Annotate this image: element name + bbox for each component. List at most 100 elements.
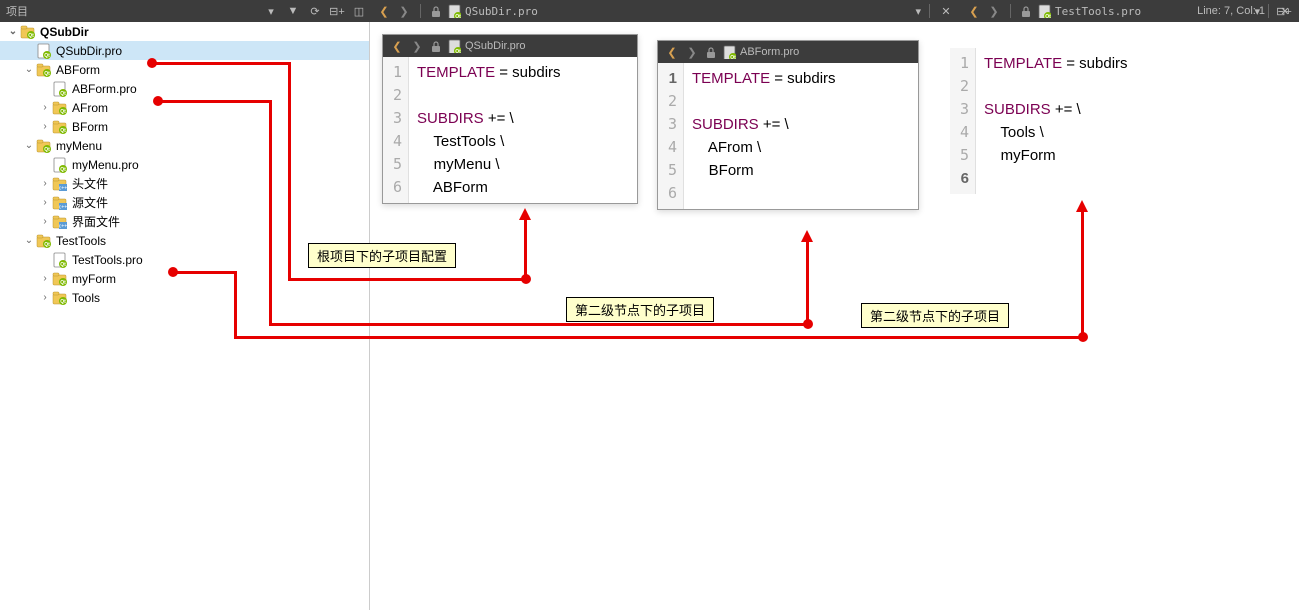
sync-icon[interactable]: ⟳	[304, 5, 326, 18]
pro-file-icon	[1037, 4, 1051, 18]
annotation-callout-2: 第二级节点下的子项目	[566, 297, 714, 322]
editor-pane-2: ❮ ❯ ABForm.pro 123456 TEMPLATE = subdirs…	[657, 40, 919, 210]
dropdown-icon[interactable]: ▾	[915, 5, 921, 18]
pro-file-icon	[447, 39, 461, 53]
status-bar-right: Line: 7, Col: 1 ⊟+	[1197, 0, 1295, 22]
nav-back-icon[interactable]: ❮	[376, 5, 392, 18]
tree-label: QSubDir.pro	[56, 44, 122, 58]
tree-node-sources[interactable]: › 源文件	[0, 193, 369, 212]
expand-icon[interactable]: ›	[38, 121, 52, 132]
nav-fwd-icon[interactable]: ❯	[684, 46, 700, 59]
cursor-position: Line: 7, Col: 1	[1197, 5, 1265, 17]
pro-file-icon	[36, 43, 52, 59]
code-content[interactable]: TEMPLATE = subdirs SUBDIRS += \ AFrom \ …	[684, 63, 844, 209]
annotation-line	[288, 62, 291, 280]
annotation-arrow	[801, 230, 813, 242]
tree-file-mymenu-pro[interactable]: myMenu.pro	[0, 155, 369, 174]
expand-icon[interactable]: ›	[38, 178, 52, 189]
nav-fwd-icon[interactable]: ❯	[986, 5, 1002, 18]
folder-cpp-icon	[52, 195, 68, 211]
expand-icon[interactable]: ›	[38, 216, 52, 227]
editor-body[interactable]: 123456 TEMPLATE = subdirs SUBDIRS += \ T…	[950, 48, 1195, 194]
nav-back-icon[interactable]: ❮	[664, 46, 680, 59]
annotation-arrow	[1076, 200, 1088, 212]
tree-label: AFrom	[72, 101, 108, 115]
editor-tab-label: ABForm.pro	[740, 46, 799, 58]
annotation-line	[269, 100, 272, 325]
editor-body[interactable]: 123456 TEMPLATE = subdirs SUBDIRS += \ A…	[658, 63, 918, 209]
filter-icon[interactable]: ▼	[282, 5, 304, 17]
tree-label: TestTools	[56, 234, 106, 248]
expand-icon[interactable]: ›	[38, 292, 52, 303]
nav-back-icon[interactable]: ❮	[966, 5, 982, 18]
code-content[interactable]: TEMPLATE = subdirs SUBDIRS += \ TestTool…	[409, 57, 569, 203]
divider	[1010, 4, 1011, 18]
annotation-callout-1: 根项目下的子项目配置	[308, 243, 456, 268]
editor-tab[interactable]: ❮ ❯ QSubDir.pro	[383, 35, 637, 57]
dropdown-icon[interactable]: ▾	[260, 5, 282, 18]
annotation-line	[806, 240, 809, 325]
expand-icon[interactable]: ›	[38, 102, 52, 113]
code-content[interactable]: TEMPLATE = subdirs SUBDIRS += \ Tools \ …	[976, 48, 1136, 194]
pro-file-icon	[52, 157, 68, 173]
tree-node-forms[interactable]: › 界面文件	[0, 212, 369, 231]
collapse-icon[interactable]: ⌄	[6, 26, 20, 37]
link-icon[interactable]: ⊟+	[326, 5, 348, 18]
folder-cpp-icon	[52, 214, 68, 230]
line-gutter: 123456	[950, 48, 976, 194]
close-icon[interactable]: ✕	[938, 5, 954, 18]
editor-body[interactable]: 123456 TEMPLATE = subdirs SUBDIRS += \ T…	[383, 57, 637, 203]
lock-icon	[1019, 4, 1033, 18]
expand-icon[interactable]: ›	[38, 197, 52, 208]
annotation-line	[176, 271, 236, 274]
tree-node-headers[interactable]: › 头文件	[0, 174, 369, 193]
nav-fwd-icon[interactable]: ❯	[396, 5, 412, 18]
tree-root[interactable]: ⌄ QSubDir	[0, 22, 369, 41]
tree-file-qsubdir-pro[interactable]: QSubDir.pro	[0, 41, 369, 60]
divider	[929, 4, 930, 18]
annotation-line	[155, 62, 290, 65]
line-gutter: 123456	[383, 57, 409, 203]
tree-label: BForm	[72, 120, 108, 134]
tree-file-abform-pro[interactable]: ABForm.pro	[0, 79, 369, 98]
pro-file-icon	[447, 4, 461, 18]
collapse-icon[interactable]: ⌄	[22, 64, 36, 75]
annotation-line	[524, 218, 527, 276]
active-file-chip[interactable]: QSubDir.pro ▾	[447, 4, 921, 18]
editor-tab-label: QSubDir.pro	[465, 40, 526, 52]
folder-qt-icon	[20, 24, 36, 40]
lock-icon	[704, 45, 718, 59]
pro-file-icon	[52, 252, 68, 268]
tree-node-tools[interactable]: › Tools	[0, 288, 369, 307]
tree-label: 界面文件	[72, 213, 120, 230]
annotation-line	[1081, 210, 1084, 338]
tree-label: Tools	[72, 291, 100, 305]
divider	[420, 4, 421, 18]
tree-label: myMenu	[56, 139, 102, 153]
tree-node-mymenu[interactable]: ⌄ myMenu	[0, 136, 369, 155]
tree-label: ABForm.pro	[72, 82, 137, 96]
editor-tab[interactable]: ❮ ❯ ABForm.pro	[658, 41, 918, 63]
annotation-line	[234, 271, 237, 338]
folder-qt-icon	[36, 138, 52, 154]
nav-back-icon[interactable]: ❮	[389, 40, 405, 53]
annotation-line	[288, 278, 527, 281]
split-icon[interactable]: ⊟+	[1273, 5, 1295, 18]
folder-qt-icon	[36, 233, 52, 249]
folder-qt-icon	[52, 119, 68, 135]
split-icon[interactable]: ◫	[348, 5, 370, 18]
active-file-name: QSubDir.pro	[465, 5, 538, 18]
annotation-arrow	[519, 208, 531, 220]
collapse-icon[interactable]: ⌄	[22, 235, 36, 246]
collapse-icon[interactable]: ⌄	[22, 140, 36, 151]
expand-icon[interactable]: ›	[38, 273, 52, 284]
annotation-line	[269, 323, 809, 326]
tree-node-bform[interactable]: › BForm	[0, 117, 369, 136]
project-tree[interactable]: ⌄ QSubDir QSubDir.pro ⌄ ABForm ABForm.pr…	[0, 22, 370, 610]
tree-label: QSubDir	[40, 25, 89, 39]
tree-label: ABForm	[56, 63, 100, 77]
project-panel-header: 项目 ▾ ▼ ⟳ ⊟+ ◫	[0, 0, 370, 22]
editor-pane-3: 123456 TEMPLATE = subdirs SUBDIRS += \ T…	[950, 48, 1195, 194]
nav-fwd-icon[interactable]: ❯	[409, 40, 425, 53]
folder-cpp-icon	[52, 176, 68, 192]
